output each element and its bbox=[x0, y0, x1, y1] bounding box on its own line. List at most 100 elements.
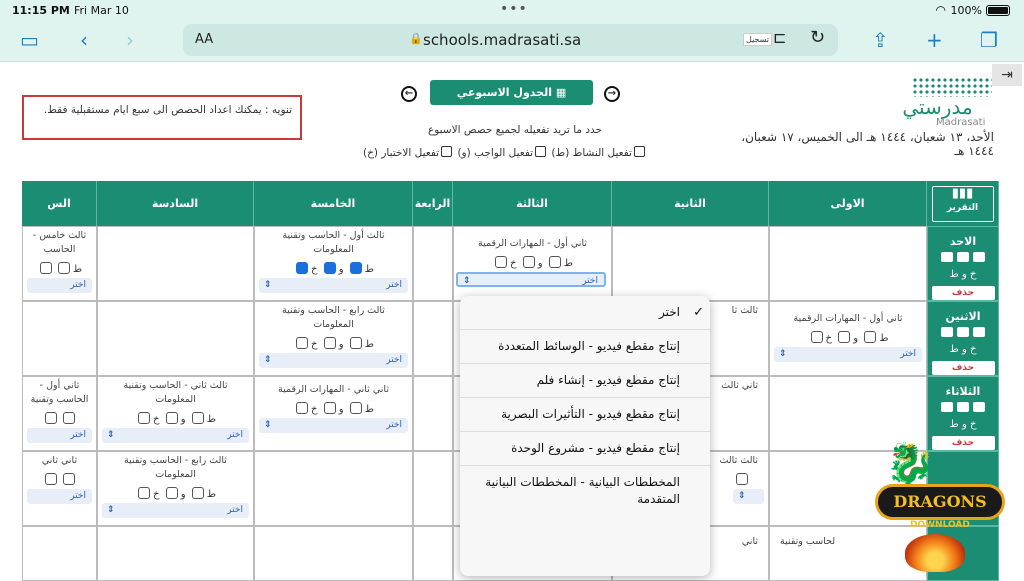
day-toggles[interactable] bbox=[928, 252, 998, 265]
lesson-select[interactable]: اختر bbox=[27, 278, 92, 293]
cell-sun-6[interactable] bbox=[97, 226, 254, 301]
dragons-download-watermark: 🐉 DRAGONS DOWNLOAD bbox=[845, 438, 1020, 576]
reload-icon[interactable]: ↻ bbox=[810, 27, 825, 48]
activity-check[interactable] bbox=[62, 473, 75, 485]
lesson-select[interactable]: اختر ⇕ bbox=[102, 428, 249, 443]
dropdown-option[interactable]: المخططات البيانية - المخططات البيانية ال… bbox=[460, 466, 710, 516]
exam-check[interactable] bbox=[296, 337, 309, 349]
cell-sun-1[interactable] bbox=[769, 226, 927, 301]
activity-check[interactable] bbox=[191, 487, 204, 499]
exam-check[interactable] bbox=[495, 256, 508, 268]
activity-check[interactable] bbox=[191, 412, 204, 424]
cell-mon-4[interactable] bbox=[413, 301, 453, 376]
exam-checkbox[interactable] bbox=[441, 146, 453, 157]
lesson-select[interactable]: اختر ⇕ bbox=[456, 272, 606, 287]
dropdown-option[interactable]: ✓ اختر bbox=[460, 296, 710, 330]
activity-check[interactable] bbox=[349, 262, 362, 274]
report-label: التقرير bbox=[946, 203, 979, 213]
cell-sun-7[interactable]: ثالث خامس - الحاسب ط اختر bbox=[22, 226, 97, 301]
cell-wed-5[interactable] bbox=[254, 451, 413, 526]
exam-check[interactable] bbox=[736, 473, 748, 485]
lesson-title: ثاني ثاني bbox=[41, 455, 78, 466]
homework-check[interactable] bbox=[323, 262, 336, 274]
back-icon[interactable]: ‹ bbox=[80, 28, 88, 52]
homework-check[interactable] bbox=[323, 402, 336, 414]
new-tab-icon[interactable]: + bbox=[926, 28, 943, 52]
prev-week-icon[interactable]: ← bbox=[401, 86, 417, 102]
exam-check[interactable] bbox=[296, 402, 309, 414]
cell-tue-4[interactable] bbox=[413, 376, 453, 451]
homework-check[interactable] bbox=[323, 337, 336, 349]
cell-sun-3[interactable]: ثاني أول - المهارات الرقمية ط و خ اختر ⇕ bbox=[453, 226, 612, 301]
report-header[interactable]: ▮▮▮ التقرير bbox=[927, 181, 999, 226]
lesson-select[interactable]: اختر ⇕ bbox=[774, 347, 922, 362]
homework-check[interactable] bbox=[44, 412, 57, 424]
dropdown-option[interactable]: إنتاج مقطع فيديو - مشروع الوحدة bbox=[460, 432, 710, 466]
cell-wed-6[interactable]: ثالث رابع - الحاسب وتقنية المعلومات ط و … bbox=[97, 451, 254, 526]
homework-check[interactable] bbox=[165, 487, 178, 499]
address-bar[interactable]: AA 🔒 schools.madrasati.sa تسجيل ⊏ ↻ bbox=[183, 24, 838, 56]
activity-check[interactable] bbox=[62, 412, 75, 424]
sidebar-icon[interactable]: ▭ bbox=[20, 28, 39, 52]
homework-check[interactable] bbox=[838, 331, 851, 343]
exam-check[interactable] bbox=[296, 262, 309, 274]
activity-checkbox[interactable] bbox=[633, 146, 645, 157]
lesson-select[interactable]: اختر ⇕ bbox=[259, 418, 408, 433]
homework-check[interactable] bbox=[44, 473, 57, 485]
activity-check[interactable] bbox=[548, 256, 561, 268]
lesson-select[interactable]: اختر ⇕ bbox=[259, 278, 408, 293]
cell-thu-5[interactable] bbox=[254, 526, 413, 581]
lesson-select[interactable]: اختر bbox=[27, 489, 92, 504]
next-week-icon[interactable]: → bbox=[604, 86, 620, 102]
dropdown-option[interactable]: إنتاج مقطع فيديو - التأثيرات البصرية bbox=[460, 398, 710, 432]
battery: 100% bbox=[951, 4, 1010, 17]
logout-icon[interactable]: ⇥ bbox=[992, 64, 1022, 86]
cell-mon-1[interactable]: ثاني أول - المهارات الرقمية ط و خ اختر ⇕ bbox=[769, 301, 927, 376]
activity-check[interactable] bbox=[57, 262, 70, 274]
cell-wed-4[interactable] bbox=[413, 451, 453, 526]
cell-wed-7[interactable]: ثاني ثاني اختر bbox=[22, 451, 97, 526]
cell-thu-6[interactable] bbox=[97, 526, 254, 581]
reader-aa-button[interactable]: AA bbox=[195, 32, 213, 47]
extension-icon[interactable]: ⊏ bbox=[773, 28, 786, 47]
delete-button[interactable]: حذف bbox=[931, 286, 995, 300]
exam-check[interactable] bbox=[810, 331, 823, 343]
dropdown-option[interactable]: إنتاج مقطع فيديو - إنشاء فلم bbox=[460, 364, 710, 398]
cell-mon-6[interactable] bbox=[97, 301, 254, 376]
lesson-select[interactable]: اختر bbox=[27, 428, 92, 443]
lesson-select[interactable]: ⇕ bbox=[733, 489, 764, 504]
cell-thu-4[interactable] bbox=[413, 526, 453, 581]
lesson-checks: ط و خ bbox=[454, 256, 611, 269]
homework-check[interactable] bbox=[39, 262, 52, 274]
cell-sun-4[interactable] bbox=[413, 226, 453, 301]
cell-tue-5[interactable]: ثاني ثاني - المهارات الرقمية ط و خ اختر ⇕ bbox=[254, 376, 413, 451]
exam-check[interactable] bbox=[138, 412, 151, 424]
exam-check[interactable] bbox=[138, 487, 151, 499]
share-icon[interactable]: ⇪ bbox=[872, 28, 889, 52]
homework-check[interactable] bbox=[165, 412, 178, 424]
activity-check[interactable] bbox=[349, 402, 362, 414]
cell-thu-7[interactable] bbox=[22, 526, 97, 581]
cell-mon-5[interactable]: ثالث رابع - الحاسب وتقنية المعلومات ط و … bbox=[254, 301, 413, 376]
lesson-select[interactable]: اختر ⇕ bbox=[102, 503, 249, 518]
weekly-schedule-button[interactable]: الجدول الاسبوعي ▦ bbox=[430, 80, 593, 105]
multitask-dots[interactable]: ••• bbox=[500, 1, 528, 17]
homework-checkbox[interactable] bbox=[535, 146, 547, 157]
cell-mon-7[interactable] bbox=[22, 301, 97, 376]
dropdown-option[interactable]: إنتاج مقطع فيديو - الوسائط المتعددة bbox=[460, 330, 710, 364]
activity-check[interactable] bbox=[349, 337, 362, 349]
cell-sun-2[interactable] bbox=[612, 226, 769, 301]
cell-tue-7[interactable]: ثاني أول - الحاسب وتقنية اختر bbox=[22, 376, 97, 451]
homework-check[interactable] bbox=[522, 256, 535, 268]
lesson-select[interactable]: اختر ⇕ bbox=[259, 353, 408, 368]
day-toggles[interactable] bbox=[928, 402, 998, 415]
extension-badge[interactable]: تسجيل bbox=[743, 33, 772, 46]
day-toggles[interactable] bbox=[928, 327, 998, 340]
cell-tue-6[interactable]: ثالث ثاني - الحاسب وتقنية المعلومات ط و … bbox=[97, 376, 254, 451]
cell-sun-5[interactable]: ثالث أول - الحاسب وتقنية المعلومات ط و خ… bbox=[254, 226, 413, 301]
delete-button[interactable]: حذف bbox=[931, 361, 995, 375]
url-text[interactable]: schools.madrasati.sa bbox=[423, 31, 581, 49]
tabs-icon[interactable]: ❐ bbox=[980, 28, 998, 52]
forward-icon[interactable]: › bbox=[126, 28, 134, 52]
activity-check[interactable] bbox=[864, 331, 877, 343]
